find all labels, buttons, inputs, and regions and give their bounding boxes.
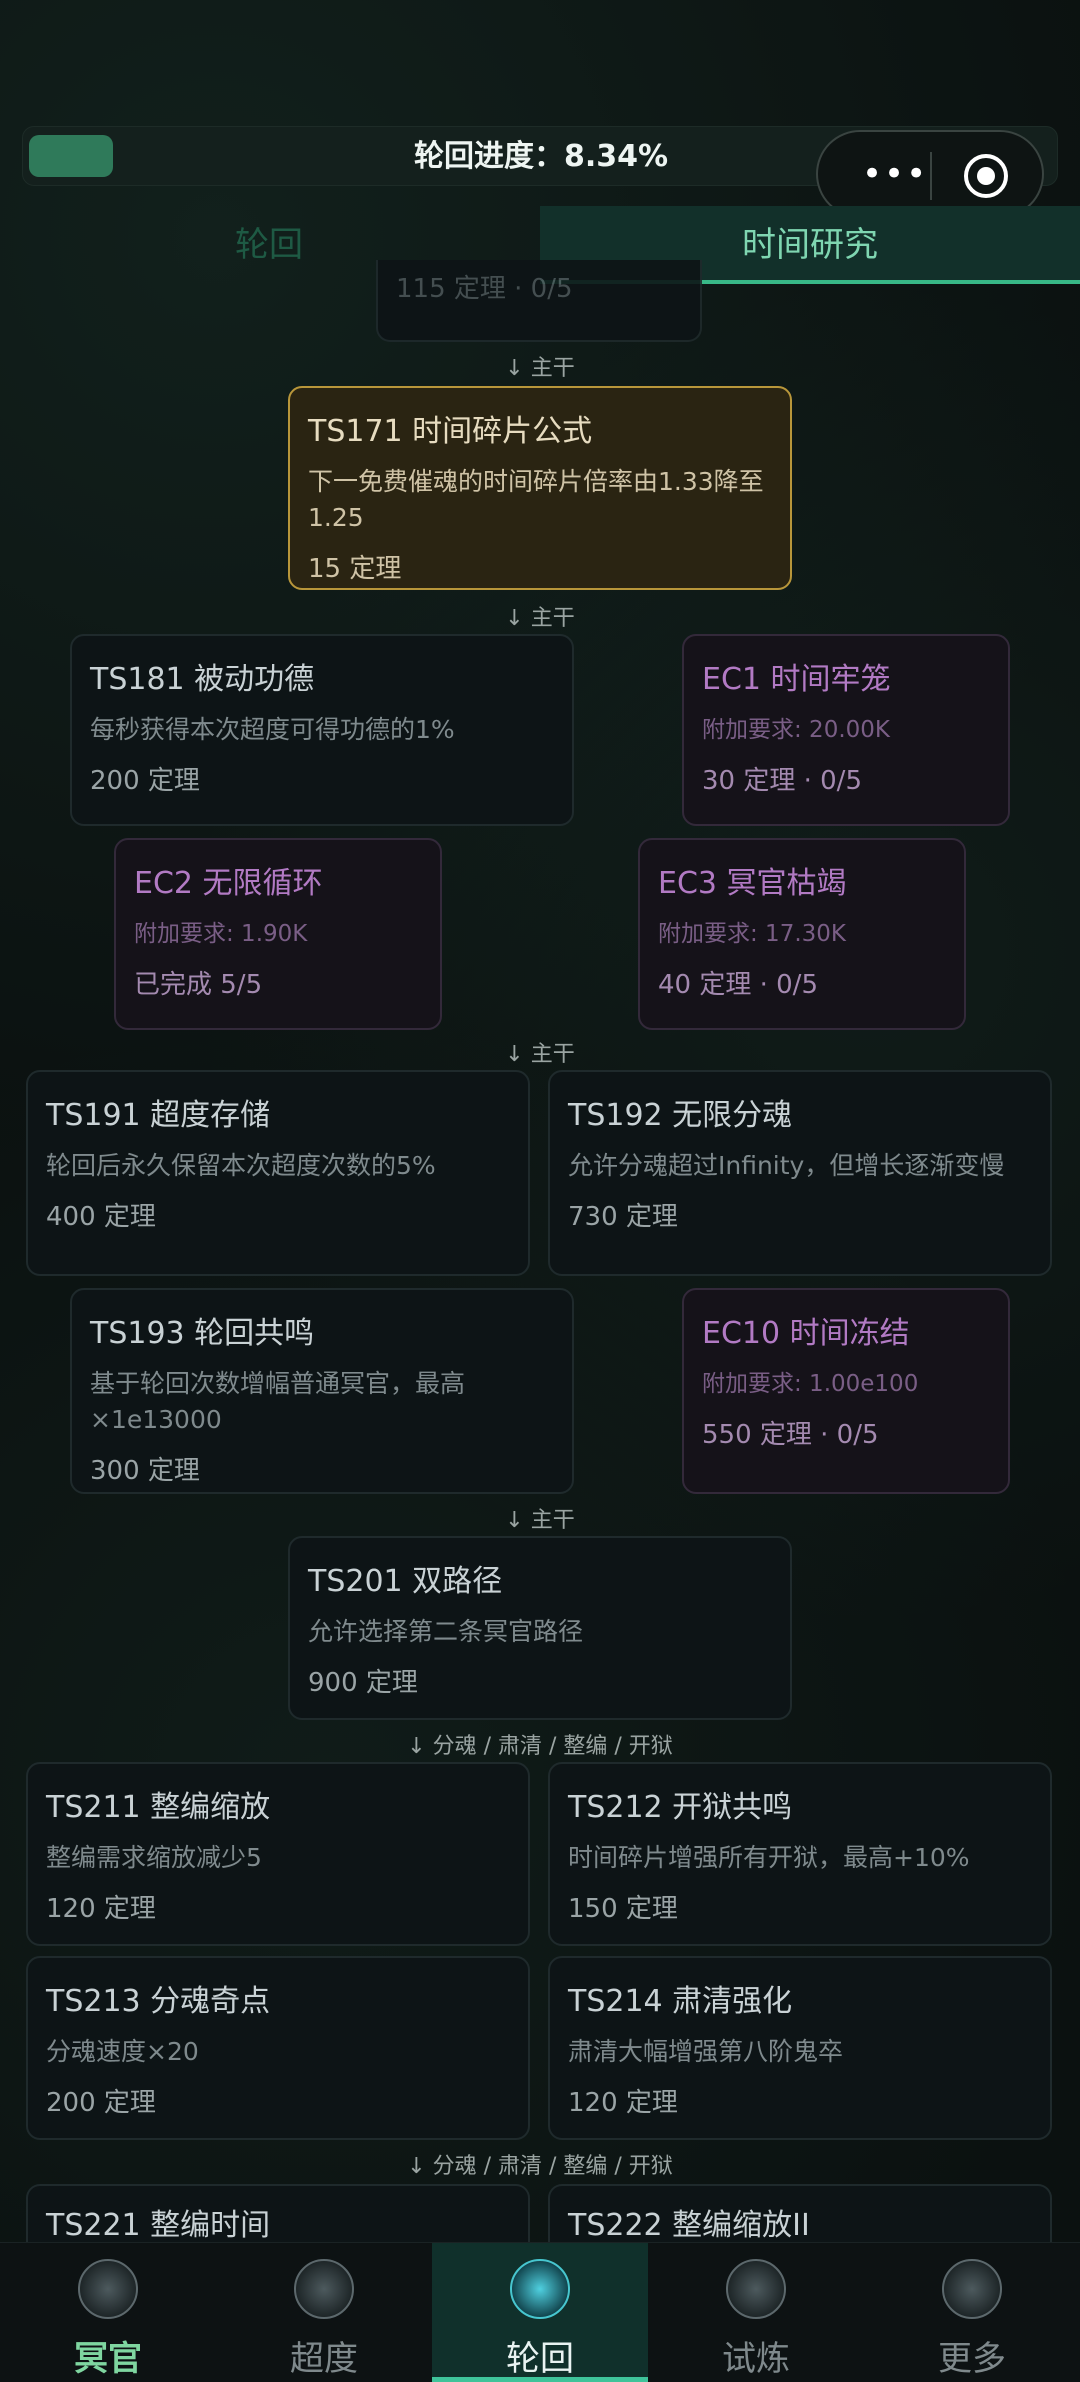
study-cost: 150 定理 bbox=[568, 1894, 678, 1924]
study-description: 允许选择第二条冥官路径 bbox=[308, 1617, 584, 1646]
challenge-requirement: 附加要求: 1.00e100 bbox=[702, 1371, 919, 1397]
study-description: 基于轮回次数增幅普通冥官，最高×1e13000 bbox=[90, 1369, 466, 1434]
study-card-ts221[interactable]: TS221 整编时间 bbox=[26, 2184, 530, 2242]
study-title: TS181 被动功德 bbox=[90, 662, 315, 697]
study-title: TS211 整编缩放 bbox=[46, 1790, 271, 1825]
study-card-ts192[interactable]: TS192 无限分魂 允许分魂超过Infinity，但增长逐渐变慢 730 定理 bbox=[548, 1070, 1052, 1276]
nav-rebirth[interactable]: 轮回 bbox=[432, 2243, 648, 2382]
study-title: TS192 无限分魂 bbox=[568, 1098, 793, 1133]
connector-main: ↓ 主干 bbox=[505, 606, 575, 631]
challenge-card-ec1[interactable]: EC1 时间牢笼 附加要求: 20.00K 30 定理 · 0/5 bbox=[682, 634, 1010, 826]
nav-label: 超度 bbox=[290, 2339, 358, 2379]
nav-trial[interactable]: 试炼 bbox=[648, 2243, 864, 2382]
study-cost: 200 定理 bbox=[46, 2088, 156, 2118]
challenge-card-ec2[interactable]: EC2 无限循环 附加要求: 1.90K 已完成 5/5 bbox=[114, 838, 442, 1030]
nav-more[interactable]: 更多 bbox=[864, 2243, 1080, 2382]
study-cost: 300 定理 bbox=[90, 1456, 200, 1486]
miniprogram-capsule: ••• bbox=[816, 130, 1044, 218]
connector-branches: ↓ 分魂 / 肃清 / 整编 / 开狱 bbox=[407, 2154, 673, 2179]
study-title: TS212 开狱共鸣 bbox=[568, 1790, 793, 1825]
connector-branches: ↓ 分魂 / 肃清 / 整编 / 开狱 bbox=[407, 1734, 673, 1759]
study-title: TS221 整编时间 bbox=[46, 2208, 271, 2242]
challenge-requirement: 附加要求: 1.90K bbox=[134, 921, 308, 947]
study-card-ts201[interactable]: TS201 双路径 允许选择第二条冥官路径 900 定理 bbox=[288, 1536, 792, 1720]
study-title: TS201 双路径 bbox=[308, 1564, 503, 1599]
nav-label: 更多 bbox=[938, 2339, 1006, 2379]
study-description: 肃清大幅增强第八阶鬼卒 bbox=[568, 2037, 844, 2066]
challenge-cost: 550 定理 · 0/5 bbox=[702, 1420, 879, 1450]
study-cost: 900 定理 bbox=[308, 1668, 418, 1698]
study-card-ts213[interactable]: TS213 分魂奇点 分魂速度×20 200 定理 bbox=[26, 1956, 530, 2140]
study-card-ts171[interactable]: TS171 时间碎片公式 下一免费催魂的时间碎片倍率由1.33降至1.25 15… bbox=[288, 386, 792, 590]
study-description: 轮回后永久保留本次超度次数的5% bbox=[46, 1151, 436, 1180]
connector-main: ↓ 主干 bbox=[505, 356, 575, 381]
challenge-card-ec3[interactable]: EC3 冥官枯竭 附加要求: 17.30K 40 定理 · 0/5 bbox=[638, 838, 966, 1030]
challenge-requirement: 附加要求: 17.30K bbox=[658, 921, 846, 947]
study-cost: 400 定理 bbox=[46, 1202, 156, 1232]
study-title: TS222 整编缩放II bbox=[568, 2208, 810, 2242]
challenge-title: EC1 时间牢笼 bbox=[702, 662, 891, 697]
more-menu-icon[interactable]: ••• bbox=[862, 154, 928, 194]
trial-icon bbox=[726, 2259, 786, 2319]
connector-main: ↓ 主干 bbox=[505, 1042, 575, 1067]
challenge-card-ec10[interactable]: EC10 时间冻结 附加要求: 1.00e100 550 定理 · 0/5 bbox=[682, 1288, 1010, 1494]
study-description: 允许分魂超过Infinity，但增长逐渐变慢 bbox=[568, 1151, 1005, 1180]
nav-ghost-official[interactable]: 冥官 bbox=[0, 2243, 216, 2382]
study-description: 整编需求缩放减少5 bbox=[46, 1843, 262, 1872]
nav-label: 试炼 bbox=[722, 2339, 790, 2379]
study-card-ts212[interactable]: TS212 开狱共鸣 时间碎片增强所有开狱，最高+10% 150 定理 bbox=[548, 1762, 1052, 1946]
close-target-icon[interactable] bbox=[964, 154, 1008, 198]
study-title: TS214 肃清强化 bbox=[568, 1984, 793, 2019]
nav-label: 轮回 bbox=[506, 2339, 574, 2379]
challenge-title: EC2 无限循环 bbox=[134, 866, 323, 901]
study-description: 时间碎片增强所有开狱，最高+10% bbox=[568, 1843, 970, 1872]
study-title: TS171 时间碎片公式 bbox=[308, 414, 593, 449]
study-cost: 200 定理 bbox=[90, 766, 200, 796]
study-card-ts214[interactable]: TS214 肃清强化 肃清大幅增强第八阶鬼卒 120 定理 bbox=[548, 1956, 1052, 2140]
study-cost: 15 定理 bbox=[308, 554, 402, 584]
study-title: TS193 轮回共鸣 bbox=[90, 1316, 315, 1351]
rebirth-icon bbox=[510, 2259, 570, 2319]
challenge-cost: 30 定理 · 0/5 bbox=[702, 766, 862, 796]
study-cost: 120 定理 bbox=[568, 2088, 678, 2118]
challenge-requirement: 附加要求: 20.00K bbox=[702, 717, 890, 743]
study-description: 分魂速度×20 bbox=[46, 2037, 199, 2066]
capsule-divider bbox=[930, 152, 932, 200]
challenge-title: EC3 冥官枯竭 bbox=[658, 866, 847, 901]
challenge-status: 已完成 5/5 bbox=[134, 970, 263, 1000]
study-card-ts191[interactable]: TS191 超度存储 轮回后永久保留本次超度次数的5% 400 定理 bbox=[26, 1070, 530, 1276]
nav-salvation[interactable]: 超度 bbox=[216, 2243, 432, 2382]
bottom-navigation: 冥官 超度 轮回 试炼 更多 bbox=[0, 2242, 1080, 2382]
study-card-ts181[interactable]: TS181 被动功德 每秒获得本次超度可得功德的1% 200 定理 bbox=[70, 634, 574, 826]
study-cost: 120 定理 bbox=[46, 1894, 156, 1924]
connector-main: ↓ 主干 bbox=[505, 1508, 575, 1533]
study-card-ts211[interactable]: TS211 整编缩放 整编需求缩放减少5 120 定理 bbox=[26, 1762, 530, 1946]
challenge-title: EC10 时间冻结 bbox=[702, 1316, 910, 1351]
challenge-cost: 40 定理 · 0/5 bbox=[658, 970, 818, 1000]
study-card-partial[interactable]: 115 定理 · 0/5 bbox=[376, 260, 702, 342]
study-description: 下一免费催魂的时间碎片倍率由1.33降至1.25 bbox=[308, 467, 764, 532]
temple-icon bbox=[294, 2259, 354, 2319]
study-title: TS191 超度存储 bbox=[46, 1098, 271, 1133]
study-cost: 730 定理 bbox=[568, 1202, 678, 1232]
study-title: TS213 分魂奇点 bbox=[46, 1984, 271, 2019]
ghost-official-icon bbox=[78, 2259, 138, 2319]
more-icon bbox=[942, 2259, 1002, 2319]
study-card-ts222[interactable]: TS222 整编缩放II bbox=[548, 2184, 1052, 2242]
nav-label: 冥官 bbox=[74, 2339, 142, 2379]
study-description: 每秒获得本次超度可得功德的1% bbox=[90, 715, 455, 744]
study-card-ts193[interactable]: TS193 轮回共鸣 基于轮回次数增幅普通冥官，最高×1e13000 300 定… bbox=[70, 1288, 574, 1494]
